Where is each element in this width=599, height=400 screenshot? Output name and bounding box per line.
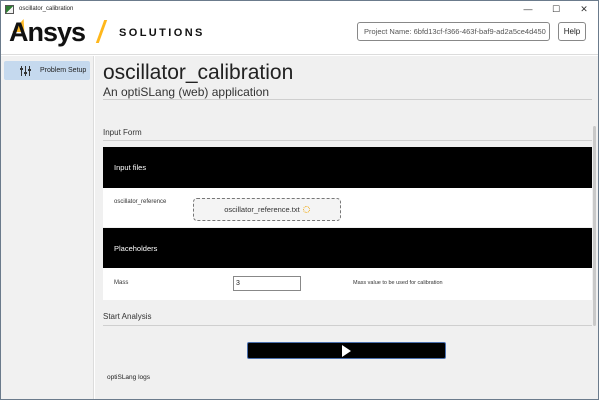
mass-input[interactable]: 3 <box>233 276 301 291</box>
vertical-scrollbar[interactable] <box>593 126 596 326</box>
mass-label: Mass <box>114 280 129 286</box>
title-bar: oscillator_calibration — ☐ ✕ <box>1 1 598 17</box>
placeholders-header: Placeholders <box>103 228 592 268</box>
divider <box>103 140 592 141</box>
window-title: oscillator_calibration <box>19 6 74 12</box>
help-button[interactable]: Help <box>558 22 586 41</box>
brand-division: SOLUTIONS <box>119 27 205 39</box>
ansys-logo: Ansys <box>9 17 86 48</box>
optislang-logs-label: optiSLang logs <box>107 374 151 381</box>
page-title: oscillator_calibration <box>103 61 294 84</box>
window-controls: — ☐ ✕ <box>514 1 598 17</box>
brand-divider <box>95 20 108 43</box>
main-content: oscillator_calibration An optiSLang (web… <box>95 56 598 399</box>
sliders-icon <box>20 65 34 76</box>
page-subtitle: An optiSLang (web) application <box>103 85 270 99</box>
mass-description: Mass value to be used for calibration <box>353 280 443 286</box>
divider <box>103 99 592 100</box>
app-header: Ansys SOLUTIONS Project Name: 6bfd13cf-f… <box>1 17 598 55</box>
project-name-field[interactable]: Project Name: 6bfd13cf-f366-463f-baf9-ad… <box>357 22 550 41</box>
app-window: oscillator_calibration — ☐ ✕ Ansys SOLUT… <box>0 0 599 400</box>
loading-spinner-icon <box>302 206 310 213</box>
brand-name: Ansys <box>9 17 86 47</box>
close-button[interactable]: ✕ <box>570 1 598 17</box>
placeholders-card: Placeholders Mass 3 Mass value to be use… <box>103 228 592 300</box>
sidebar: Problem Setup <box>1 56 94 399</box>
oscillator-reference-label: oscillator_reference <box>114 199 167 205</box>
play-icon <box>342 344 351 357</box>
start-analysis-button[interactable] <box>247 342 446 359</box>
file-dropzone[interactable]: oscillator_reference.txt <box>193 198 341 221</box>
input-files-header: Input files <box>103 147 592 188</box>
minimize-button[interactable]: — <box>514 1 542 17</box>
start-analysis-heading: Start Analysis <box>103 312 152 321</box>
app-icon <box>5 4 14 14</box>
file-name: oscillator_reference.txt <box>224 205 300 214</box>
input-form-heading: Input Form <box>103 128 142 137</box>
sidebar-item-problem-setup[interactable]: Problem Setup <box>4 61 90 80</box>
divider <box>103 325 592 326</box>
input-files-card: Input files oscillator_reference oscilla… <box>103 147 592 227</box>
sidebar-item-label: Problem Setup <box>40 67 87 74</box>
maximize-button[interactable]: ☐ <box>542 1 570 17</box>
